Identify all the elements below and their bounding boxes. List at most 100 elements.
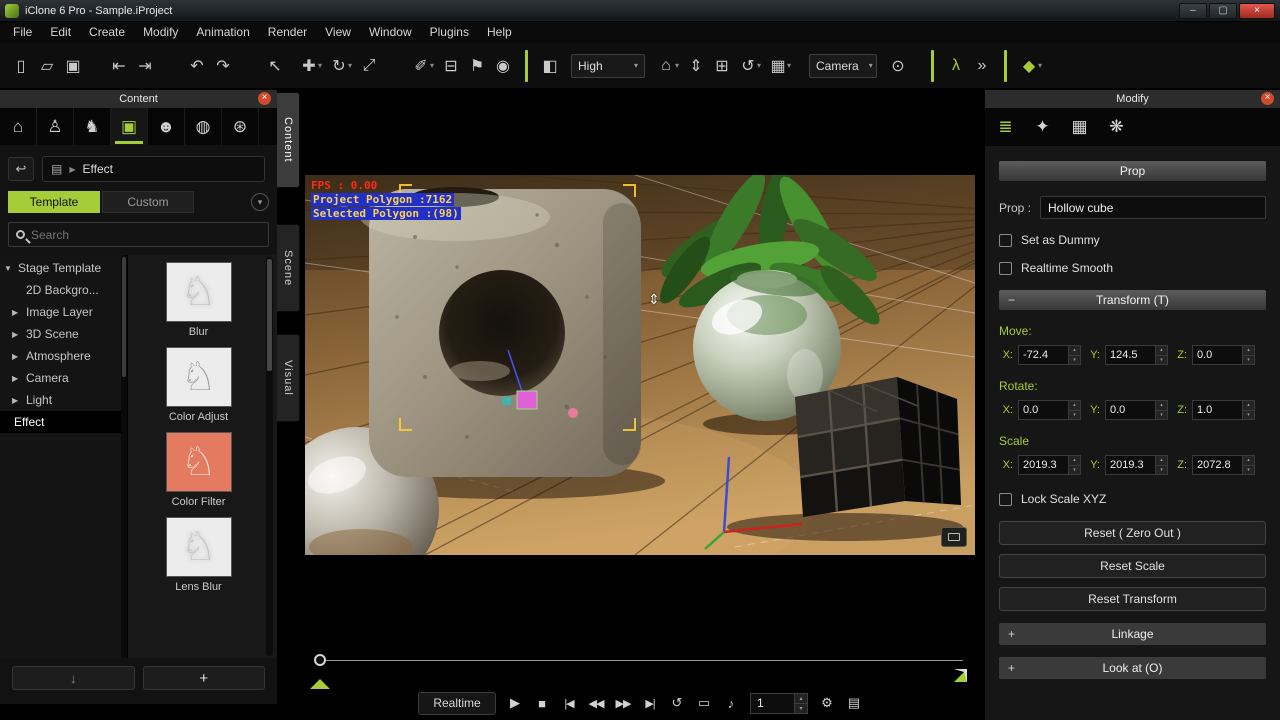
thumbnail-blur[interactable]: ♘ Blur [166,262,232,338]
viewport-layout-icon[interactable]: ◧ [537,53,563,79]
move-x-input[interactable]: -72.4▴▾ [1018,345,1081,365]
menu-file[interactable]: File [4,22,41,43]
modify-tab-texture-icon[interactable]: ▦ [1061,108,1098,146]
visibility-eye-icon[interactable]: ◉ [490,53,516,79]
tree-item-atmosphere[interactable]: ▶ Atmosphere [0,345,127,367]
step-down-icon[interactable]: ▾ [1069,355,1080,365]
frame-number-input[interactable] [751,694,794,713]
expand-plus-icon[interactable]: + [1008,661,1015,675]
timeline-track[interactable] [321,660,963,661]
step-up-icon[interactable]: ▴ [1069,456,1080,465]
breadcrumb-back-icon[interactable]: ↩ [8,157,34,181]
fast-forward-icon[interactable]: ▶▶ [615,697,631,710]
tree-item-3d-scene[interactable]: ▶ 3D Scene [0,323,127,345]
tree-item-image-layer[interactable]: ▶ Image Layer [0,301,127,323]
thumbnails-scrollbar[interactable] [266,257,273,656]
tree-item-light[interactable]: ▶ Light [0,389,127,411]
scale-z-value[interactable]: 2072.8 [1193,456,1242,474]
step-down-icon[interactable]: ▾ [1069,465,1080,475]
tree-item-camera[interactable]: ▶ Camera [0,367,127,389]
category-set-icon[interactable]: ⌂ [0,108,37,145]
viewport-comment-icon[interactable] [941,527,967,547]
step-up-icon[interactable]: ▴ [1156,456,1167,465]
maximize-button[interactable]: ▢ [1209,3,1237,19]
tree-item-2d-background[interactable]: 2D Backgro... [0,279,127,301]
prop-name-value[interactable]: Hollow cube [1040,196,1266,219]
audio-note-icon[interactable]: ♪ [723,696,739,711]
quality-select[interactable]: High ▾ [571,54,645,78]
thumbnail-color-adjust[interactable]: ♘ Color Adjust [166,347,232,423]
gizmo-caret[interactable]: ▾ [1038,61,1046,70]
scale-y-value[interactable]: 2019.3 [1106,456,1155,474]
move-tool-caret[interactable]: ▾ [318,61,326,70]
vertical-fit-icon[interactable]: ⇕ [683,53,709,79]
category-actor-icon[interactable]: ♙ [37,108,74,145]
side-tab-visual[interactable]: Visual [277,334,300,422]
step-up-icon[interactable]: ▴ [1243,401,1254,410]
timeline-start-marker[interactable] [310,669,330,689]
linkage-section-header[interactable]: + Linkage [999,623,1266,645]
move-z-value[interactable]: 0.0 [1193,346,1242,364]
category-material-icon[interactable]: ◍ [185,108,222,145]
loop-icon[interactable]: ↺ [669,695,685,711]
export-icon[interactable]: ⇥ [132,53,158,79]
stop-icon[interactable]: ■ [534,696,550,711]
transform-section-header[interactable]: − Transform (T) [999,290,1266,310]
set-as-dummy-checkbox[interactable] [999,234,1012,247]
frame-step-up-icon[interactable]: ▴ [795,694,807,703]
reset-zero-out-button[interactable]: Reset ( Zero Out ) [999,521,1266,545]
look-at-section-header[interactable]: + Look at (O) [999,657,1266,679]
side-tab-content[interactable]: Content [277,92,300,188]
actor-walk-icon[interactable]: λ [943,53,969,79]
download-content-button[interactable]: ↓ [12,666,135,690]
category-head-icon[interactable]: ☻ [148,108,185,145]
collapse-minus-icon[interactable]: − [1008,293,1015,307]
category-animation-icon[interactable]: ♞ [74,108,111,145]
scale-x-input[interactable]: 2019.3▴▾ [1018,455,1081,475]
timeline[interactable] [305,645,975,681]
realtime-button[interactable]: Realtime [418,692,496,715]
home-view-caret[interactable]: ▾ [675,61,683,70]
rotate-tool-caret[interactable]: ▾ [348,61,356,70]
tree-item-stage-template[interactable]: ▼ Stage Template [0,257,127,279]
tab-template[interactable]: Template [8,191,100,213]
tree-item-effect[interactable]: Effect [0,411,127,433]
realtime-smooth-checkbox[interactable] [999,262,1012,275]
color-picker-caret[interactable]: ▾ [430,61,438,70]
menu-window[interactable]: Window [360,22,421,43]
timeline-playhead[interactable] [314,654,326,666]
menu-create[interactable]: Create [80,22,134,43]
step-down-icon[interactable]: ▾ [1243,355,1254,365]
align-icon[interactable]: ⊟ [438,53,464,79]
step-down-icon[interactable]: ▾ [1156,355,1167,365]
storyboard-icon[interactable]: ▤ [846,695,862,711]
step-down-icon[interactable]: ▾ [1156,465,1167,475]
move-z-input[interactable]: 0.0▴▾ [1192,345,1255,365]
modify-tab-animation-icon[interactable]: ✦ [1024,108,1061,146]
scale-z-input[interactable]: 2072.8▴▾ [1192,455,1255,475]
category-props-icon[interactable]: ▣ [111,108,148,145]
move-x-value[interactable]: -72.4 [1019,346,1068,364]
menu-modify[interactable]: Modify [134,22,187,43]
comment-bubble-icon[interactable]: ▭ [696,695,712,711]
edit-mode-caret[interactable]: ▾ [787,61,795,70]
step-down-icon[interactable]: ▾ [1243,410,1254,420]
menu-help[interactable]: Help [478,22,521,43]
step-up-icon[interactable]: ▴ [1069,401,1080,410]
step-up-icon[interactable]: ▴ [1156,401,1167,410]
modify-panel-close-icon[interactable]: × [1261,92,1274,105]
reset-transform-button[interactable]: Reset Transform [999,587,1266,611]
rotate-x-value[interactable]: 0.0 [1019,401,1068,419]
move-y-input[interactable]: 124.5▴▾ [1105,345,1168,365]
content-panel-close-icon[interactable]: × [258,92,271,105]
menu-animation[interactable]: Animation [187,22,258,43]
select-tool-icon[interactable]: ↖ [262,53,288,79]
move-y-value[interactable]: 124.5 [1106,346,1155,364]
menu-view[interactable]: View [316,22,360,43]
import-icon[interactable]: ⇤ [106,53,132,79]
save-project-icon[interactable]: ▣ [60,53,86,79]
tree-scrollbar[interactable] [121,255,127,658]
rotate-y-input[interactable]: 0.0▴▾ [1105,400,1168,420]
viewport-3d[interactable]: FPS : 0.00 Project Polygon :7162 Selecte… [305,175,975,555]
scale-y-input[interactable]: 2019.3▴▾ [1105,455,1168,475]
